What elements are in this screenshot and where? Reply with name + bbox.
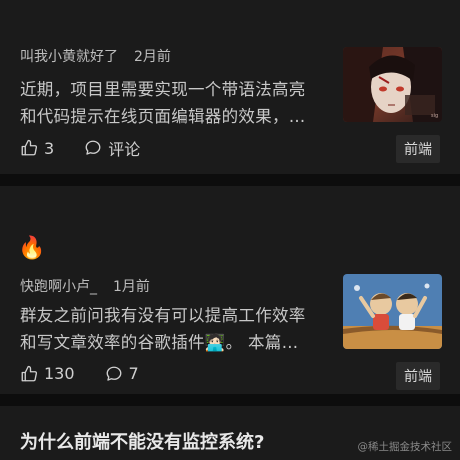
post-time: 1月前 xyxy=(113,279,150,295)
article-meta: 叫我小黄就好了 2月前 xyxy=(20,46,171,66)
article-actions: 130 7 xyxy=(20,364,169,383)
excerpt-line: 和写文章效率的谷歌插件🧑🏻‍💻。 本篇… xyxy=(20,333,299,352)
article-thumbnail[interactable]: sig xyxy=(343,47,442,122)
like-count: 130 xyxy=(44,364,75,383)
comment-count: 评论 xyxy=(108,140,141,159)
article-meta: 快跑啊小卢_ 1月前 xyxy=(20,276,150,296)
thumbs-up-icon xyxy=(21,365,38,381)
comment-button[interactable]: 7 xyxy=(105,364,139,383)
category-tag[interactable]: 前端 xyxy=(396,135,440,163)
article-title[interactable]: 为什么前端不能没有监控系统? xyxy=(20,428,264,454)
like-count: 3 xyxy=(44,138,55,158)
article-thumbnail[interactable] xyxy=(343,274,442,349)
comment-bubble-icon xyxy=(85,140,101,155)
excerpt-line: 群友之前问我有没有可以提高工作效率 xyxy=(20,306,306,325)
article-excerpt[interactable]: 群友之前问我有没有可以提高工作效率 和写文章效率的谷歌插件🧑🏻‍💻。 本篇… xyxy=(20,302,325,356)
comment-count: 7 xyxy=(128,364,139,383)
post-time: 2月前 xyxy=(134,49,171,65)
thumbs-up-icon xyxy=(21,139,38,156)
author-name[interactable]: 快跑啊小卢_ xyxy=(20,279,97,295)
excerpt-line: 和代码提示在线页面编辑器的效果，… xyxy=(20,107,306,126)
article-excerpt[interactable]: 近期，项目里需要实现一个带语法高亮 和代码提示在线页面编辑器的效果，… xyxy=(20,76,325,130)
comment-button[interactable]: 评论 xyxy=(84,136,140,160)
excerpt-line: 近期，项目里需要实现一个带语法高亮 xyxy=(20,80,306,99)
watermark: @稀土掘金技术社区 xyxy=(357,441,453,453)
hot-emoji: 🔥 xyxy=(18,236,46,261)
svg-text:sig: sig xyxy=(431,113,438,119)
comment-bubble-icon xyxy=(106,366,121,381)
author-name[interactable]: 叫我小黄就好了 xyxy=(20,49,118,65)
like-button[interactable]: 3 xyxy=(20,139,54,158)
category-tag[interactable]: 前端 xyxy=(396,362,440,390)
like-button[interactable]: 130 xyxy=(20,364,75,383)
article-card-1[interactable]: 叫我小黄就好了 2月前 近期，项目里需要实现一个带语法高亮 和代码提示在线页面编辑… xyxy=(0,0,460,174)
article-actions: 3 评论 xyxy=(20,136,170,160)
